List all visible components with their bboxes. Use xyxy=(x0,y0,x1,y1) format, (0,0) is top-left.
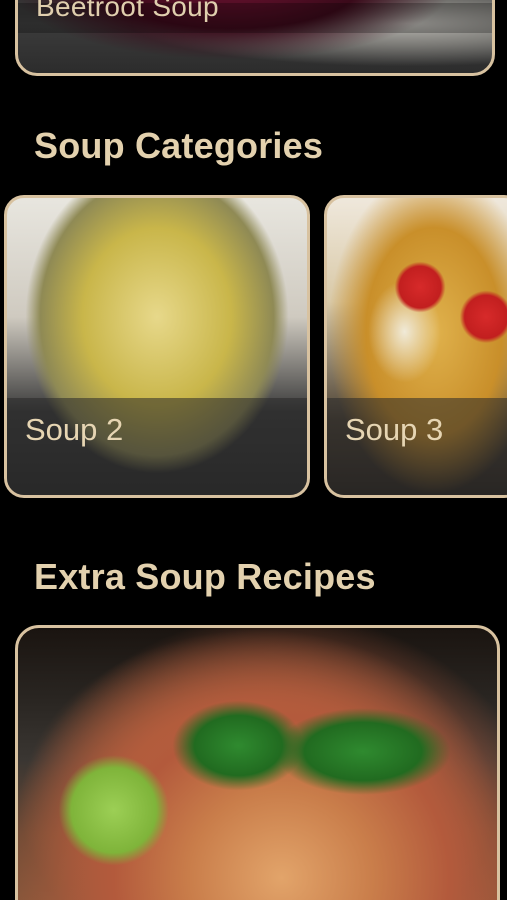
section-title-extra-soup-recipes: Extra Soup Recipes xyxy=(34,556,376,597)
section-title-soup-categories: Soup Categories xyxy=(34,125,324,166)
category-card-soup-3[interactable]: Soup 3 xyxy=(324,195,507,498)
category-card-soup-2[interactable]: Soup 2 xyxy=(4,195,310,498)
category-label: Soup 2 xyxy=(25,412,124,447)
category-label: Soup 3 xyxy=(345,412,444,447)
featured-recipe-card[interactable]: Beetroot Soup xyxy=(15,0,495,76)
app-screen: Beetroot Soup Soup Categories Soup 2 Sou… xyxy=(0,0,507,900)
extra-recipe-card[interactable] xyxy=(15,625,500,900)
featured-recipe-title: Beetroot Soup xyxy=(36,0,219,22)
